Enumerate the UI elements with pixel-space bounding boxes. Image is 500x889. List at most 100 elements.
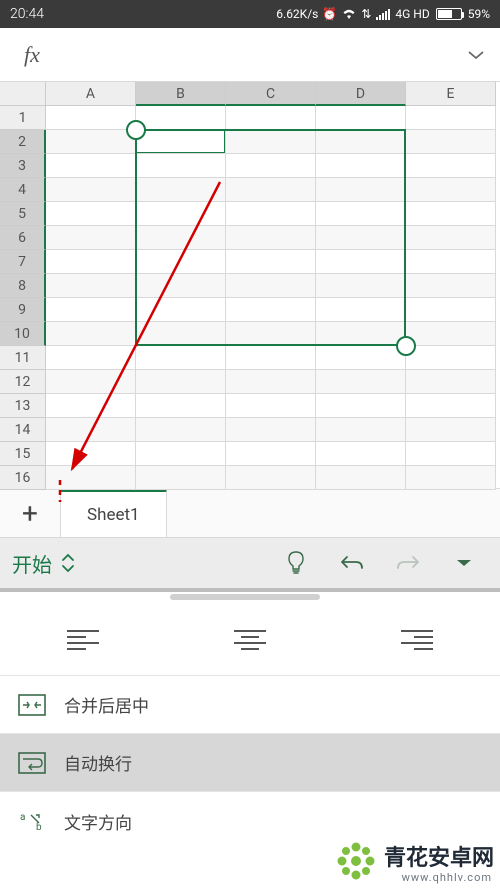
row-header[interactable]: 13 [0,394,46,418]
selection-handle-se[interactable] [396,336,416,356]
row-header[interactable]: 3 [0,154,46,178]
cell[interactable] [406,178,496,202]
cell[interactable] [226,442,316,466]
row-header[interactable]: 5 [0,202,46,226]
align-left-button[interactable] [56,619,110,659]
fx-label[interactable]: fx [0,42,56,68]
lightbulb-button[interactable] [272,543,320,583]
cell[interactable] [46,442,136,466]
cell[interactable] [406,106,496,130]
cell[interactable] [226,154,316,178]
cell[interactable] [136,274,226,298]
cell[interactable] [46,394,136,418]
cell[interactable] [316,298,406,322]
selection-handle-nw[interactable] [126,120,146,140]
cell[interactable] [406,346,496,370]
cell[interactable] [46,130,136,154]
cell[interactable] [136,394,226,418]
cell[interactable] [136,346,226,370]
row-header[interactable]: 1 [0,106,46,130]
cell[interactable] [316,370,406,394]
row-header[interactable]: 10 [0,322,46,346]
cell[interactable] [46,226,136,250]
row-header[interactable]: 11 [0,346,46,370]
cell[interactable] [46,178,136,202]
row-header[interactable]: 7 [0,250,46,274]
column-header[interactable]: E [406,82,496,106]
cell[interactable] [406,418,496,442]
cell[interactable] [136,130,226,154]
cell[interactable] [316,274,406,298]
row-header[interactable]: 14 [0,418,46,442]
cell[interactable] [406,370,496,394]
cell[interactable] [46,370,136,394]
row-header[interactable]: 6 [0,226,46,250]
row-header[interactable]: 4 [0,178,46,202]
tab-sheet1[interactable]: Sheet1 [60,489,167,537]
formula-expand-button[interactable] [452,49,500,61]
cell[interactable] [316,346,406,370]
cell[interactable] [136,418,226,442]
redo-button[interactable] [384,543,432,583]
row-header[interactable]: 9 [0,298,46,322]
cell[interactable] [316,226,406,250]
cell[interactable] [136,250,226,274]
cell[interactable] [406,130,496,154]
row-header[interactable]: 16 [0,466,46,490]
cell[interactable] [136,298,226,322]
cell[interactable] [226,394,316,418]
cell[interactable] [316,202,406,226]
row-header[interactable]: 8 [0,274,46,298]
cell[interactable] [316,154,406,178]
cell[interactable] [226,130,316,154]
align-right-button[interactable] [390,619,444,659]
cell[interactable] [226,466,316,490]
cell[interactable] [316,106,406,130]
cell[interactable] [136,154,226,178]
wrap-text-button[interactable]: 自动换行 [0,734,500,792]
cell[interactable] [406,154,496,178]
cell[interactable] [46,106,136,130]
select-all-corner[interactable] [0,82,46,106]
cell[interactable] [46,274,136,298]
cell[interactable] [316,394,406,418]
cell[interactable] [406,442,496,466]
cell[interactable] [46,346,136,370]
cell[interactable] [406,274,496,298]
cell[interactable] [406,394,496,418]
cell[interactable] [226,274,316,298]
cell[interactable] [46,298,136,322]
cell[interactable] [316,466,406,490]
row-header[interactable]: 15 [0,442,46,466]
cell[interactable] [136,106,226,130]
cell[interactable] [136,202,226,226]
cell[interactable] [316,322,406,346]
cell[interactable] [136,370,226,394]
cell[interactable] [316,418,406,442]
cell[interactable] [316,130,406,154]
row-header[interactable]: 12 [0,370,46,394]
cell[interactable] [46,418,136,442]
cell[interactable] [316,250,406,274]
align-center-button[interactable] [223,619,277,659]
cell[interactable] [226,298,316,322]
cell[interactable] [226,106,316,130]
ribbon-more-button[interactable] [440,543,488,583]
column-header[interactable]: D [316,82,406,106]
cell[interactable] [406,322,496,346]
cell[interactable] [226,418,316,442]
cell[interactable] [136,466,226,490]
ribbon-start-menu[interactable]: 开始 [12,549,76,578]
cell[interactable] [136,442,226,466]
cell[interactable] [406,250,496,274]
cell[interactable] [226,322,316,346]
cell[interactable] [316,178,406,202]
cell[interactable] [406,226,496,250]
add-sheet-button[interactable]: + [0,497,60,530]
cell[interactable] [46,466,136,490]
column-header[interactable]: B [136,82,226,106]
merge-center-button[interactable]: 合并后居中 [0,676,500,734]
cell[interactable] [46,250,136,274]
cell[interactable] [136,322,226,346]
cell[interactable] [136,178,226,202]
